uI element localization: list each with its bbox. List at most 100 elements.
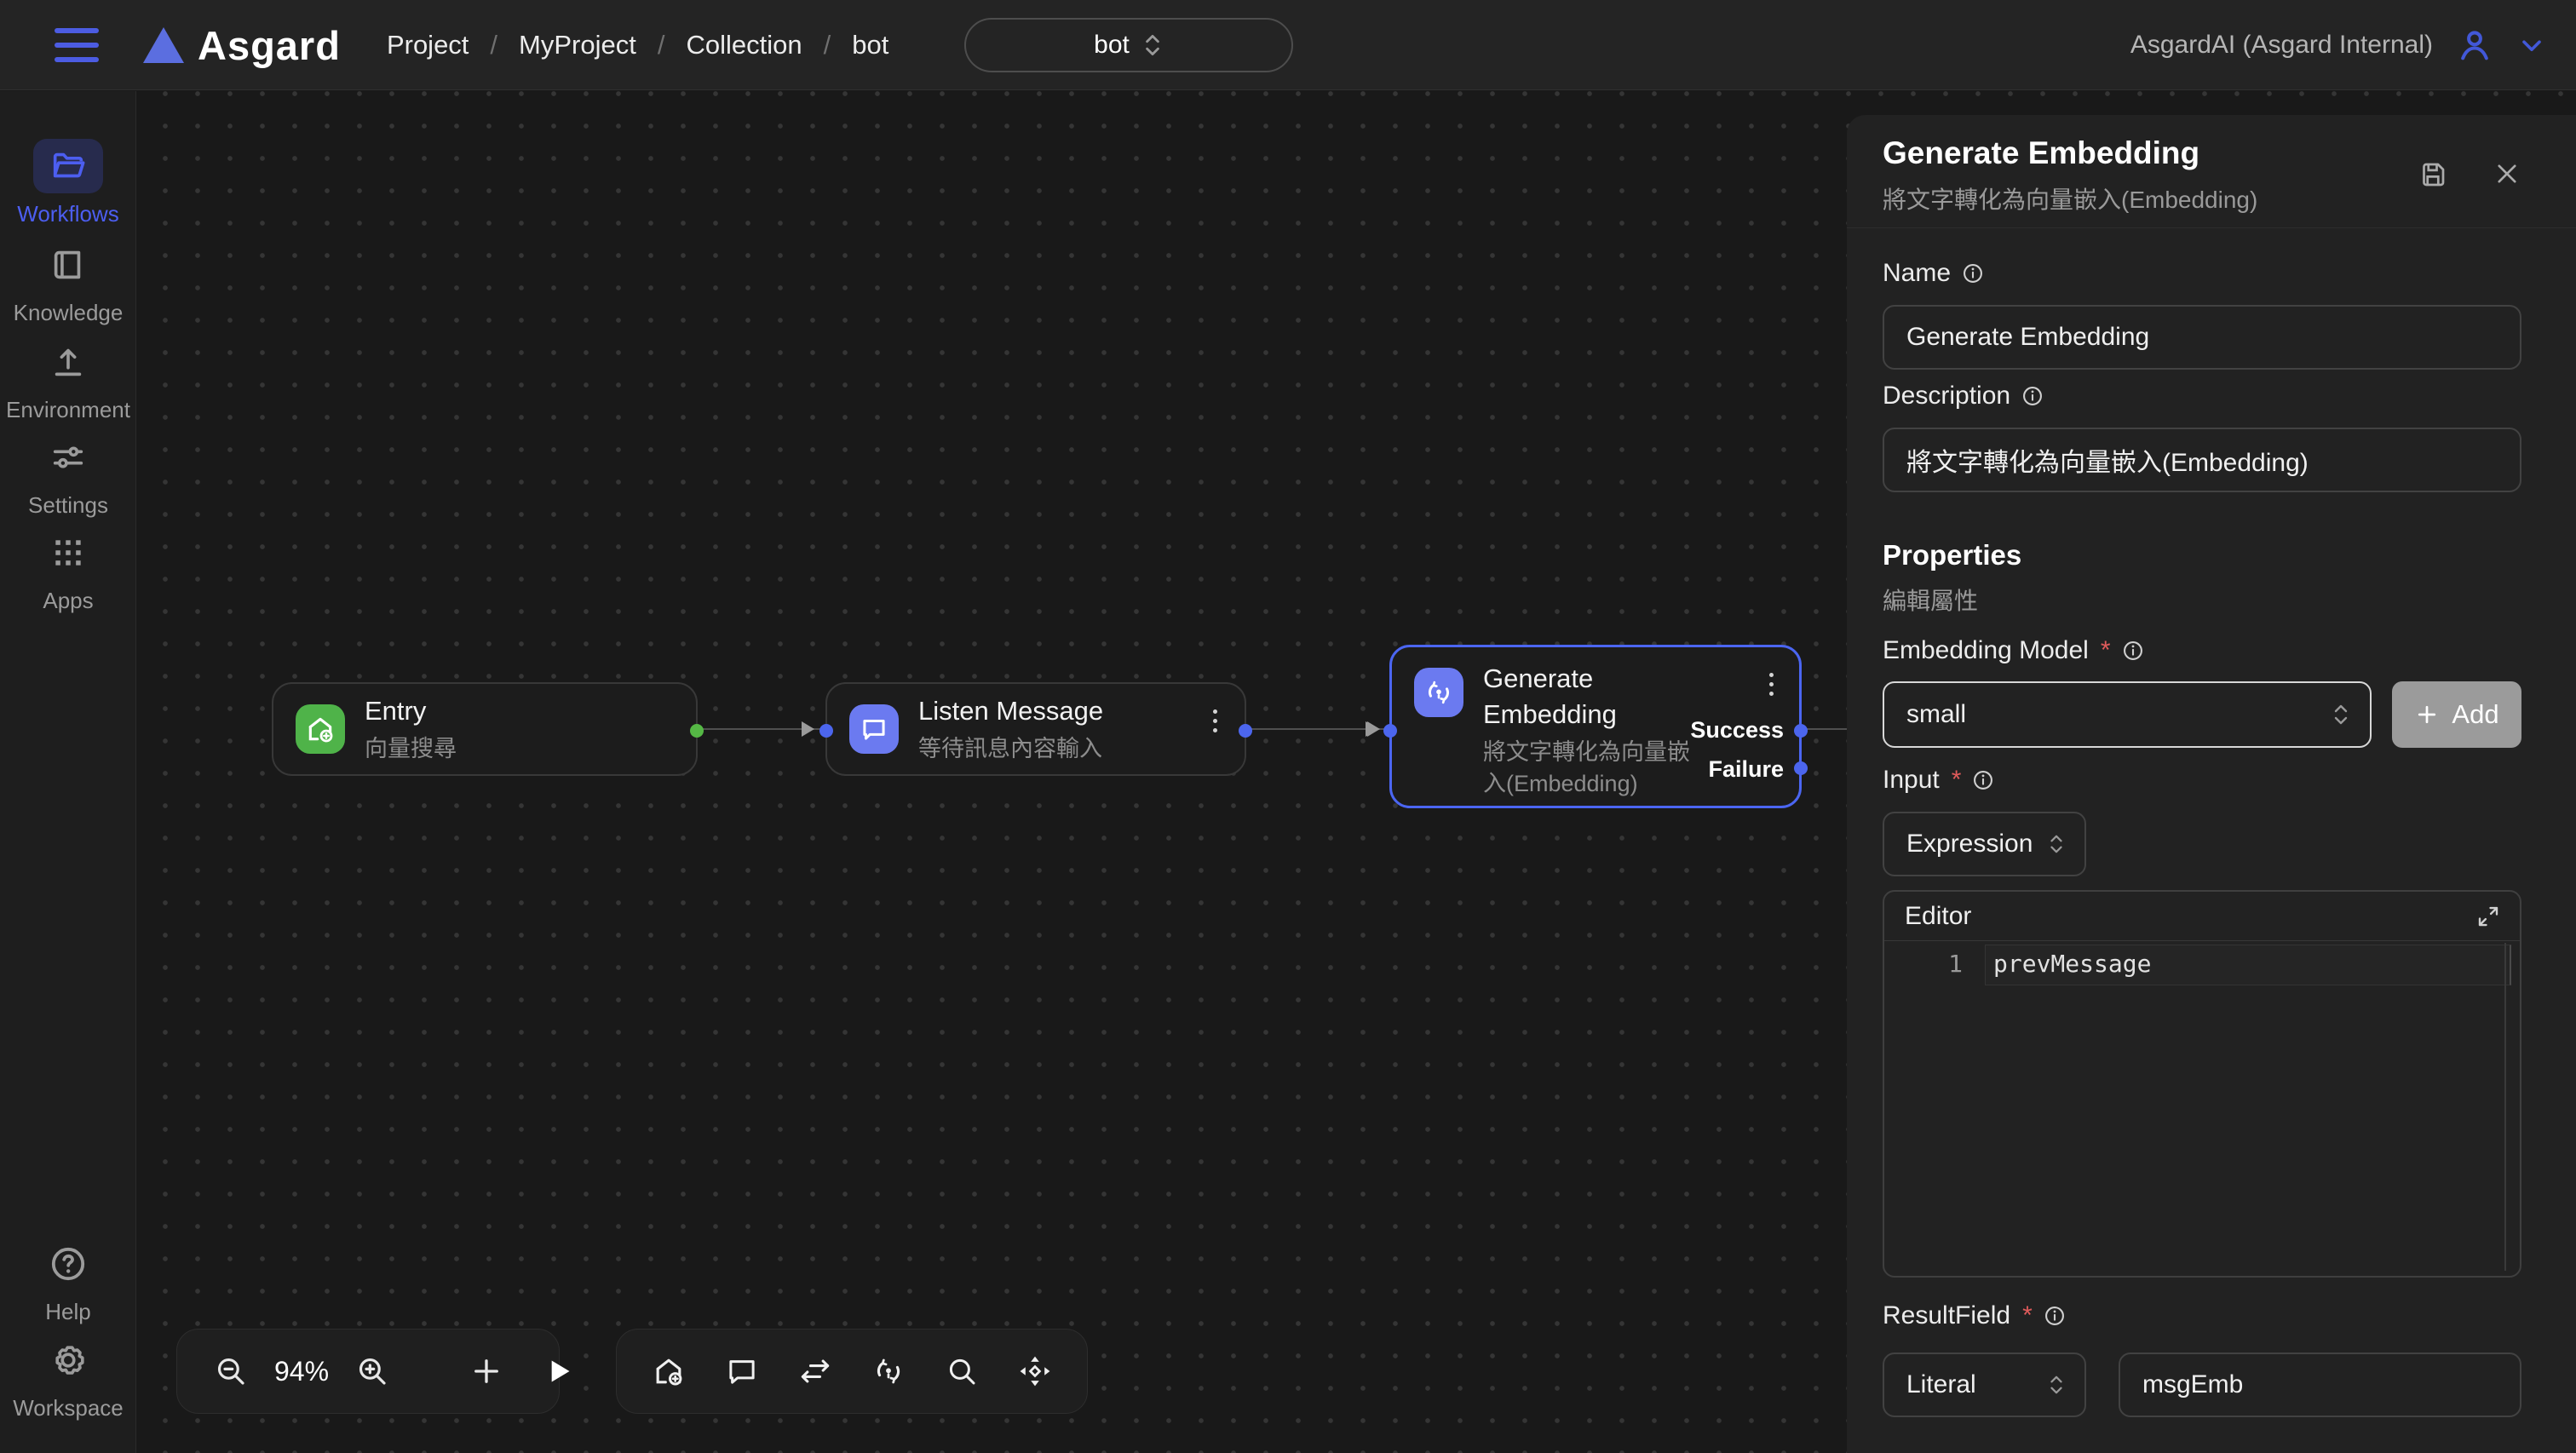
zoom-toolbar: 94% [176,1329,560,1414]
breadcrumb-collection[interactable]: Collection [686,30,802,60]
node-listen-message[interactable]: Listen Message 等待訊息內容輸入 [825,682,1246,776]
zoom-level: 94% [274,1356,329,1387]
editor-code[interactable]: prevMessage [1993,950,2151,978]
zoom-in-button[interactable] [354,1353,390,1389]
add-entry-node-button[interactable] [650,1352,687,1390]
required-asterisk: * [2101,636,2111,665]
node-subtitle: 等待訊息內容輸入 [918,733,1103,765]
sidebar-item-workflows[interactable]: Workflows [0,139,136,227]
output-port[interactable] [690,724,704,738]
sidebar-item-apps[interactable]: Apps [0,525,136,614]
edge-arrowhead [1367,721,1380,737]
close-panel-button[interactable] [2493,159,2521,188]
help-circle-icon [48,1243,89,1284]
input-port[interactable] [819,724,833,738]
node-config-panel: Generate Embedding 將文字轉化為向量嵌入(Embedding)… [1847,115,2576,1453]
sidebar-item-help[interactable]: Help [0,1237,136,1325]
output-port-success[interactable] [1794,724,1808,738]
info-icon[interactable] [1971,768,1995,792]
sidebar-item-environment[interactable]: Environment [0,335,136,423]
workflow-select-value: bot [1094,31,1130,60]
close-icon [2493,159,2521,188]
add-swap-node-button[interactable] [796,1352,834,1390]
resultfield-type-select[interactable]: Literal [1883,1352,2086,1417]
editor-scrollbar[interactable] [2504,943,2506,1271]
required-asterisk: * [2022,1301,2033,1330]
node-generate-embedding[interactable]: Generate Embedding 將文字轉化為向量嵌入(Embedding)… [1389,645,1802,808]
logo-text: Asgard [198,22,341,69]
embedding-model-select[interactable]: small [1883,681,2372,748]
sliders-icon [49,438,88,477]
add-model-button[interactable]: Add [2392,681,2521,748]
chevron-up-down-icon [2047,832,2066,856]
search-node-button[interactable] [944,1353,980,1389]
name-label: Name [1883,259,1951,288]
add-message-node-button[interactable] [724,1353,760,1389]
account-menu[interactable]: AsgardAI (Asgard Internal) [2130,0,2547,90]
embedding-model-label: Embedding Model [1883,636,2089,665]
sidebar-item-workspace[interactable]: Workspace [0,1333,136,1421]
gear-icon [48,1340,89,1381]
sidebar-label: Apps [43,588,93,614]
name-input[interactable] [1883,305,2521,370]
input-port[interactable] [1383,724,1397,738]
node-menu-kebab-icon[interactable] [1769,673,1774,696]
description-input[interactable] [1883,428,2521,492]
breadcrumb: Project / MyProject / Collection / bot [387,30,888,60]
breadcrumb-bot[interactable]: bot [852,30,888,60]
search-icon [944,1353,980,1389]
resultfield-type-value: Literal [1906,1370,1976,1399]
output-label-failure: Failure [1708,756,1784,783]
info-icon[interactable] [2043,1304,2067,1328]
hamburger-menu-icon[interactable] [55,28,99,62]
node-menu-kebab-icon[interactable] [1213,709,1217,732]
add-generate-node-button[interactable] [870,1352,907,1390]
plus-icon [469,1353,504,1389]
description-label: Description [1883,382,2010,411]
user-icon [2455,26,2494,65]
plus-icon [2414,702,2440,727]
node-entry[interactable]: Entry 向量搜尋 [272,682,698,776]
required-asterisk: * [1952,766,1962,795]
workflow-select[interactable]: bot [964,18,1293,72]
node-subtitle: 向量搜尋 [365,733,457,765]
sidebar-label: Workflows [17,201,118,227]
info-icon[interactable] [2021,384,2044,408]
generate-cycle-icon [870,1352,907,1390]
chevron-up-down-icon [2331,702,2351,727]
output-port-failure[interactable] [1794,761,1808,775]
folder-icon [49,146,88,186]
sidebar-label: Workspace [13,1395,124,1421]
input-type-select[interactable]: Expression [1883,812,2086,876]
account-label: AsgardAI (Asgard Internal) [2130,31,2433,60]
sidebar-label: Environment [6,397,130,423]
expression-editor[interactable]: Editor 1 prevMessage [1883,890,2521,1278]
sidebar-item-settings[interactable]: Settings [0,430,136,519]
apps-grid-icon [49,534,87,571]
info-icon[interactable] [2121,639,2145,663]
chevron-up-down-icon [1141,32,1164,59]
editor-body[interactable]: 1 prevMessage [1884,941,2520,1276]
pan-mode-button[interactable] [1016,1352,1054,1390]
breadcrumb-myproject[interactable]: MyProject [519,30,636,60]
node-title: Listen Message [918,693,1103,729]
move-arrows-icon [1016,1352,1054,1390]
run-workflow-button[interactable] [542,1354,576,1388]
input-type-value: Expression [1906,830,2033,859]
zoom-out-icon [213,1353,249,1389]
node-palette-toolbar [616,1329,1088,1414]
chat-bubble-icon [858,713,890,745]
expand-icon[interactable] [2475,904,2501,929]
add-node-button[interactable] [469,1353,504,1389]
output-label-success: Success [1690,717,1784,744]
info-icon[interactable] [1961,261,1985,285]
node-subtitle: 將文字轉化為向量嵌入(Embedding) [1483,737,1698,800]
zoom-out-button[interactable] [213,1353,249,1389]
breadcrumb-project[interactable]: Project [387,30,469,60]
sidebar: Workflows Knowledge Environment [0,91,136,1453]
output-port[interactable] [1239,724,1252,738]
resultfield-input[interactable] [2119,1352,2521,1417]
sidebar-item-knowledge[interactable]: Knowledge [0,238,136,326]
sidebar-label: Knowledge [14,300,124,326]
save-button[interactable] [2418,159,2448,190]
